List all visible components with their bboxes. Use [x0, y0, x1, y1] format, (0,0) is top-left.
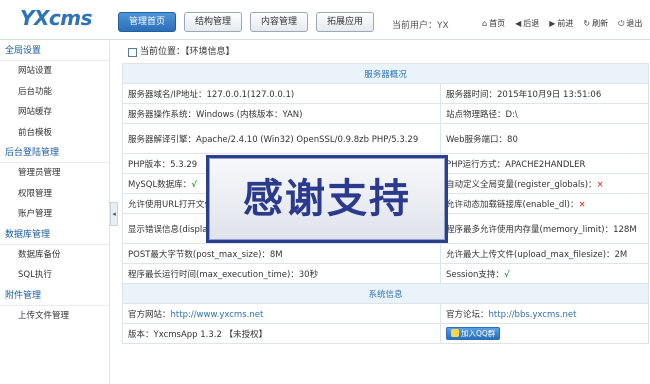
back-button[interactable]: ◀ 后退	[515, 18, 539, 29]
cross-icon: ×	[596, 179, 604, 190]
table-row: 服务器操作系统：Windows (内核版本：YAN) 站点物理路径：D:\	[122, 103, 649, 124]
check-icon: √	[503, 269, 510, 280]
sidebar-item-accounts[interactable]: 账户管理	[0, 204, 109, 225]
breadcrumb-text: 当前位置：【环境信息】	[140, 47, 235, 57]
sidebar-item-admins[interactable]: 管理员管理	[0, 163, 109, 184]
sidebar-group-global[interactable]: 全局设置	[0, 41, 109, 61]
table-row: 官方网站：http://www.yxcms.net 官方论坛：http://bb…	[122, 303, 649, 324]
official-site: 官方网站：http://www.yxcms.net	[122, 303, 441, 324]
php-mode: PHP运行方式：APACHE2HANDLER	[440, 153, 649, 174]
sidebar-group-attachments[interactable]: 附件管理	[0, 286, 109, 306]
breadcrumb: 当前位置：【环境信息】	[122, 41, 650, 63]
server-engine: 服务器解译引擎：Apache/2.4.10 (Win32) OpenSSL/0.…	[122, 123, 441, 154]
refresh-icon: ↻	[583, 19, 591, 28]
power-icon: ⏻	[618, 18, 625, 28]
post-max-size: POST最大字节数(post_max_size)：8M	[122, 243, 441, 264]
official-site-link[interactable]: http://www.yxcms.net	[171, 310, 264, 320]
home-button[interactable]: ⌂ 首页	[482, 18, 505, 29]
top-bar: YXcms 管理首页 结构管理 内容管理 拓展应用 当前用户：YX ⌂ 首页 ◀ 后…	[0, 0, 650, 40]
site-path: 站点物理路径：D:\	[440, 103, 649, 124]
upload-max-filesize: 允许最大上传文件(upload_max_filesize)：2M	[440, 243, 649, 264]
memory-limit: 程序最多允许使用内存量(memory_limit)：128M	[440, 213, 649, 244]
server-domain: 服务器域名/IP地址：127.0.0.1(127.0.0.1)	[122, 83, 441, 104]
forward-arrow-icon: ▶	[549, 19, 556, 28]
version-info: 版本：YxcmsApp 1.3.2 【未授权】	[122, 323, 441, 344]
max-execution-time: 程序最长运行时间(max_execution_time)：30秒	[122, 263, 441, 284]
server-heading: 服务器概况	[122, 63, 649, 84]
server-os: 服务器操作系统：Windows (内核版本：YAN)	[122, 103, 441, 124]
sidebar-item-templates[interactable]: 前台模板	[0, 123, 109, 144]
sidebar-item-site-settings[interactable]: 网站设置	[0, 61, 109, 82]
sidebar-group-database[interactable]: 数据库管理	[0, 225, 109, 245]
official-forum: 官方论坛：http://bbs.yxcms.net	[440, 303, 649, 324]
document-icon	[128, 47, 137, 57]
chevron-left-icon: ◂	[112, 210, 116, 218]
register-globals: 自动定义全局变量(register_globals)：×	[440, 173, 649, 194]
main-nav: 管理首页 结构管理 内容管理 拓展应用	[118, 12, 375, 32]
table-row: 程序最长运行时间(max_execution_time)：30秒 Session…	[122, 263, 649, 284]
table-row: 版本：YxcmsApp 1.3.2 【未授权】 加入QQ群	[122, 323, 649, 344]
back-arrow-icon: ◀	[515, 19, 522, 28]
thanks-banner: 感谢支持	[206, 155, 448, 243]
sidebar-item-permissions[interactable]: 权限管理	[0, 184, 109, 205]
current-user: 当前用户：YX	[392, 21, 449, 31]
enable-dl: 允许动态加载链接库(enable_dl)：×	[440, 193, 649, 214]
nav-home[interactable]: 管理首页	[118, 12, 177, 32]
sidebar-item-admin-features[interactable]: 后台功能	[0, 82, 109, 103]
official-forum-link[interactable]: http://bbs.yxcms.net	[489, 310, 577, 320]
sidebar-item-uploads[interactable]: 上传文件管理	[0, 306, 109, 327]
sidebar-item-db-backup[interactable]: 数据库备份	[0, 245, 109, 266]
logo: YXcms	[20, 6, 93, 30]
nav-extensions[interactable]: 拓展应用	[316, 12, 375, 32]
cross-icon: ×	[578, 199, 586, 210]
toolbar: ⌂ 首页 ◀ 后退 ▶ 前进 ↻ 刷新 ⏻ 退出	[482, 18, 642, 29]
system-heading: 系统信息	[122, 283, 649, 304]
thanks-text: 感谢支持	[243, 176, 411, 222]
forward-button[interactable]: ▶ 前进	[549, 18, 573, 29]
session-support: Session支持：√	[440, 263, 649, 284]
server-time: 服务器时间：2015年10月9日 13:51:06	[440, 83, 649, 104]
table-row: 服务器解译引擎：Apache/2.4.10 (Win32) OpenSSL/0.…	[122, 123, 649, 154]
nav-content[interactable]: 内容管理	[250, 12, 309, 32]
web-port: Web服务端口：80	[440, 123, 649, 154]
logout-button[interactable]: ⏻ 退出	[618, 18, 642, 29]
sidebar-collapse-toggle[interactable]: ◂	[110, 202, 118, 226]
qq-cell: 加入QQ群	[440, 323, 649, 344]
sidebar-group-login[interactable]: 后台登陆管理	[0, 143, 109, 163]
refresh-button[interactable]: ↻ 刷新	[583, 18, 608, 29]
sidebar-item-sql-exec[interactable]: SQL执行	[0, 265, 109, 286]
home-icon: ⌂	[482, 19, 488, 28]
join-qq-group-button[interactable]: 加入QQ群	[446, 326, 501, 340]
sidebar-item-site-cache[interactable]: 网站缓存	[0, 102, 109, 123]
check-icon: √	[191, 179, 197, 190]
qq-icon	[451, 329, 459, 338]
table-row: POST最大字节数(post_max_size)：8M 允许最大上传文件(upl…	[122, 243, 649, 264]
sidebar: 全局设置 网站设置 后台功能 网站缓存 前台模板 后台登陆管理 管理员管理 权限…	[0, 41, 110, 384]
nav-structure[interactable]: 结构管理	[184, 12, 243, 32]
table-row: 服务器域名/IP地址：127.0.0.1(127.0.0.1) 服务器时间：20…	[122, 83, 649, 104]
